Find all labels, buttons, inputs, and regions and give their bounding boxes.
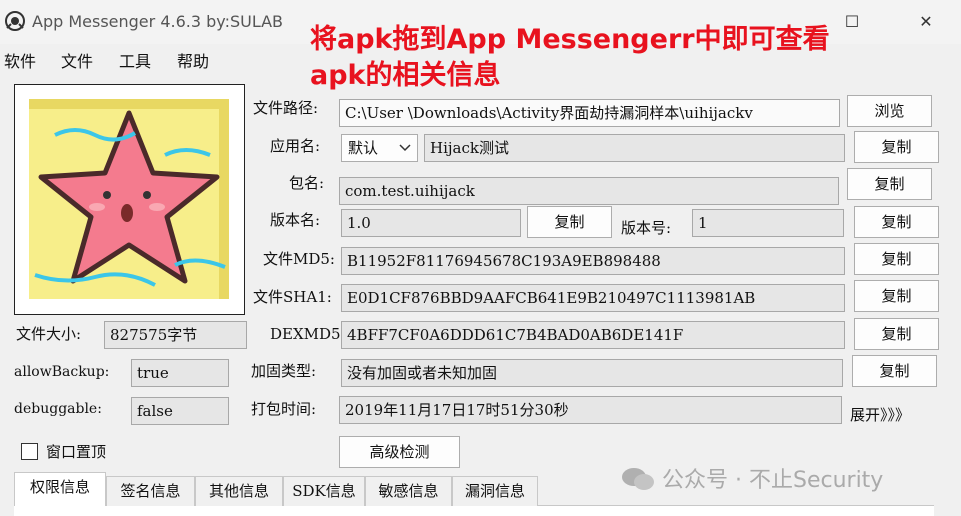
app-name-field[interactable]: Hijack测试 <box>424 134 845 162</box>
sha1-field[interactable]: E0D1CF876BBD9AAFCB641E9B210497C1113981AB <box>341 284 845 312</box>
watermark-text: 公众号 · 不止Security <box>662 468 884 493</box>
debuggable-field[interactable]: false <box>131 397 229 425</box>
version-code-field[interactable]: 1 <box>692 209 844 237</box>
app-logo-icon <box>5 11 25 31</box>
file-path-field[interactable]: C:\User \Downloads\Activity界面劫持漏洞样本\uihi… <box>339 99 840 127</box>
protection-type-label: 加固类型: <box>251 362 317 380</box>
tab-permissions[interactable]: 权限信息 <box>14 472 106 506</box>
browse-button[interactable]: 浏览 <box>847 95 932 127</box>
pack-time-field[interactable]: 2019年11月17日17时51分30秒 <box>339 396 842 424</box>
md5-label: 文件MD5: <box>263 250 335 268</box>
md5-field[interactable]: B11952F81176945678C193A9EB898488 <box>341 247 845 275</box>
close-button[interactable]: ✕ <box>914 10 938 34</box>
tab-signature[interactable]: 签名信息 <box>106 476 195 506</box>
menu-tools[interactable]: 工具 <box>119 48 151 72</box>
maximize-button[interactable]: ☐ <box>840 10 864 34</box>
window-title: App Messenger 4.6.3 by:SULAB <box>32 12 284 31</box>
tab-other-info[interactable]: 其他信息 <box>195 476 283 506</box>
tab-content-panel <box>14 505 934 516</box>
copy-md5-button[interactable]: 复制 <box>854 243 939 275</box>
menu-file[interactable]: 文件 <box>61 48 93 72</box>
tab-vulnerability-info[interactable]: 漏洞信息 <box>452 476 538 506</box>
copy-version-name-button[interactable]: 复制 <box>527 206 612 238</box>
language-select-value: 默认 <box>348 139 379 157</box>
menu-help[interactable]: 帮助 <box>177 48 209 72</box>
version-code-label: 版本号: <box>621 219 672 237</box>
annotation-line-2: apk的相关信息 <box>310 60 501 91</box>
package-label: 包名: <box>289 174 325 192</box>
file-size-label: 文件大小: <box>16 325 82 343</box>
starfish-app-icon <box>29 99 229 299</box>
version-name-label: 版本名: <box>270 211 321 229</box>
file-path-label: 文件路径: <box>253 99 319 117</box>
always-on-top-checkbox[interactable] <box>21 443 38 460</box>
allow-backup-label: allowBackup: <box>14 364 110 380</box>
expand-link[interactable]: 展开》》》 <box>850 405 910 425</box>
chevron-down-icon <box>399 144 411 152</box>
tab-sdk-info[interactable]: SDK信息 <box>283 476 365 506</box>
advanced-detection-button[interactable]: 高级检测 <box>339 436 460 468</box>
package-field[interactable]: com.test.uihijack <box>339 177 839 205</box>
copy-package-button[interactable]: 复制 <box>847 168 932 200</box>
language-select[interactable]: 默认 <box>341 134 418 162</box>
copy-sha1-button[interactable]: 复制 <box>854 280 939 312</box>
copy-version-code-button[interactable]: 复制 <box>854 206 939 238</box>
debuggable-label: debuggable: <box>14 401 102 417</box>
version-name-field[interactable]: 1.0 <box>341 209 521 237</box>
app-name-label: 应用名: <box>270 137 321 155</box>
file-size-field[interactable]: 827575字节 <box>104 321 247 349</box>
pack-time-label: 打包时间: <box>251 400 317 418</box>
sha1-label: 文件SHA1: <box>253 288 332 306</box>
menu-software[interactable]: 软件 <box>4 48 36 72</box>
dex-md5-field[interactable]: 4BFF7CF0A6DDD61C7B4BAD0AB6DE141F <box>341 321 845 349</box>
protection-type-field[interactable]: 没有加固或者未知加固 <box>341 359 843 387</box>
dex-md5-label: DEXMD5: <box>270 325 346 343</box>
tab-sensitive-info[interactable]: 敏感信息 <box>365 476 452 506</box>
allow-backup-field[interactable]: true <box>131 359 229 387</box>
copy-protection-button[interactable]: 复制 <box>852 355 937 387</box>
wechat-icon <box>622 468 654 490</box>
annotation-line-1: 将apk拖到App Messengerr中即可查看 <box>310 24 830 55</box>
copy-dex-md5-button[interactable]: 复制 <box>854 318 939 350</box>
apk-icon-frame <box>14 84 245 315</box>
always-on-top-label: 窗口置顶 <box>46 443 107 461</box>
copy-app-name-button[interactable]: 复制 <box>854 131 939 163</box>
